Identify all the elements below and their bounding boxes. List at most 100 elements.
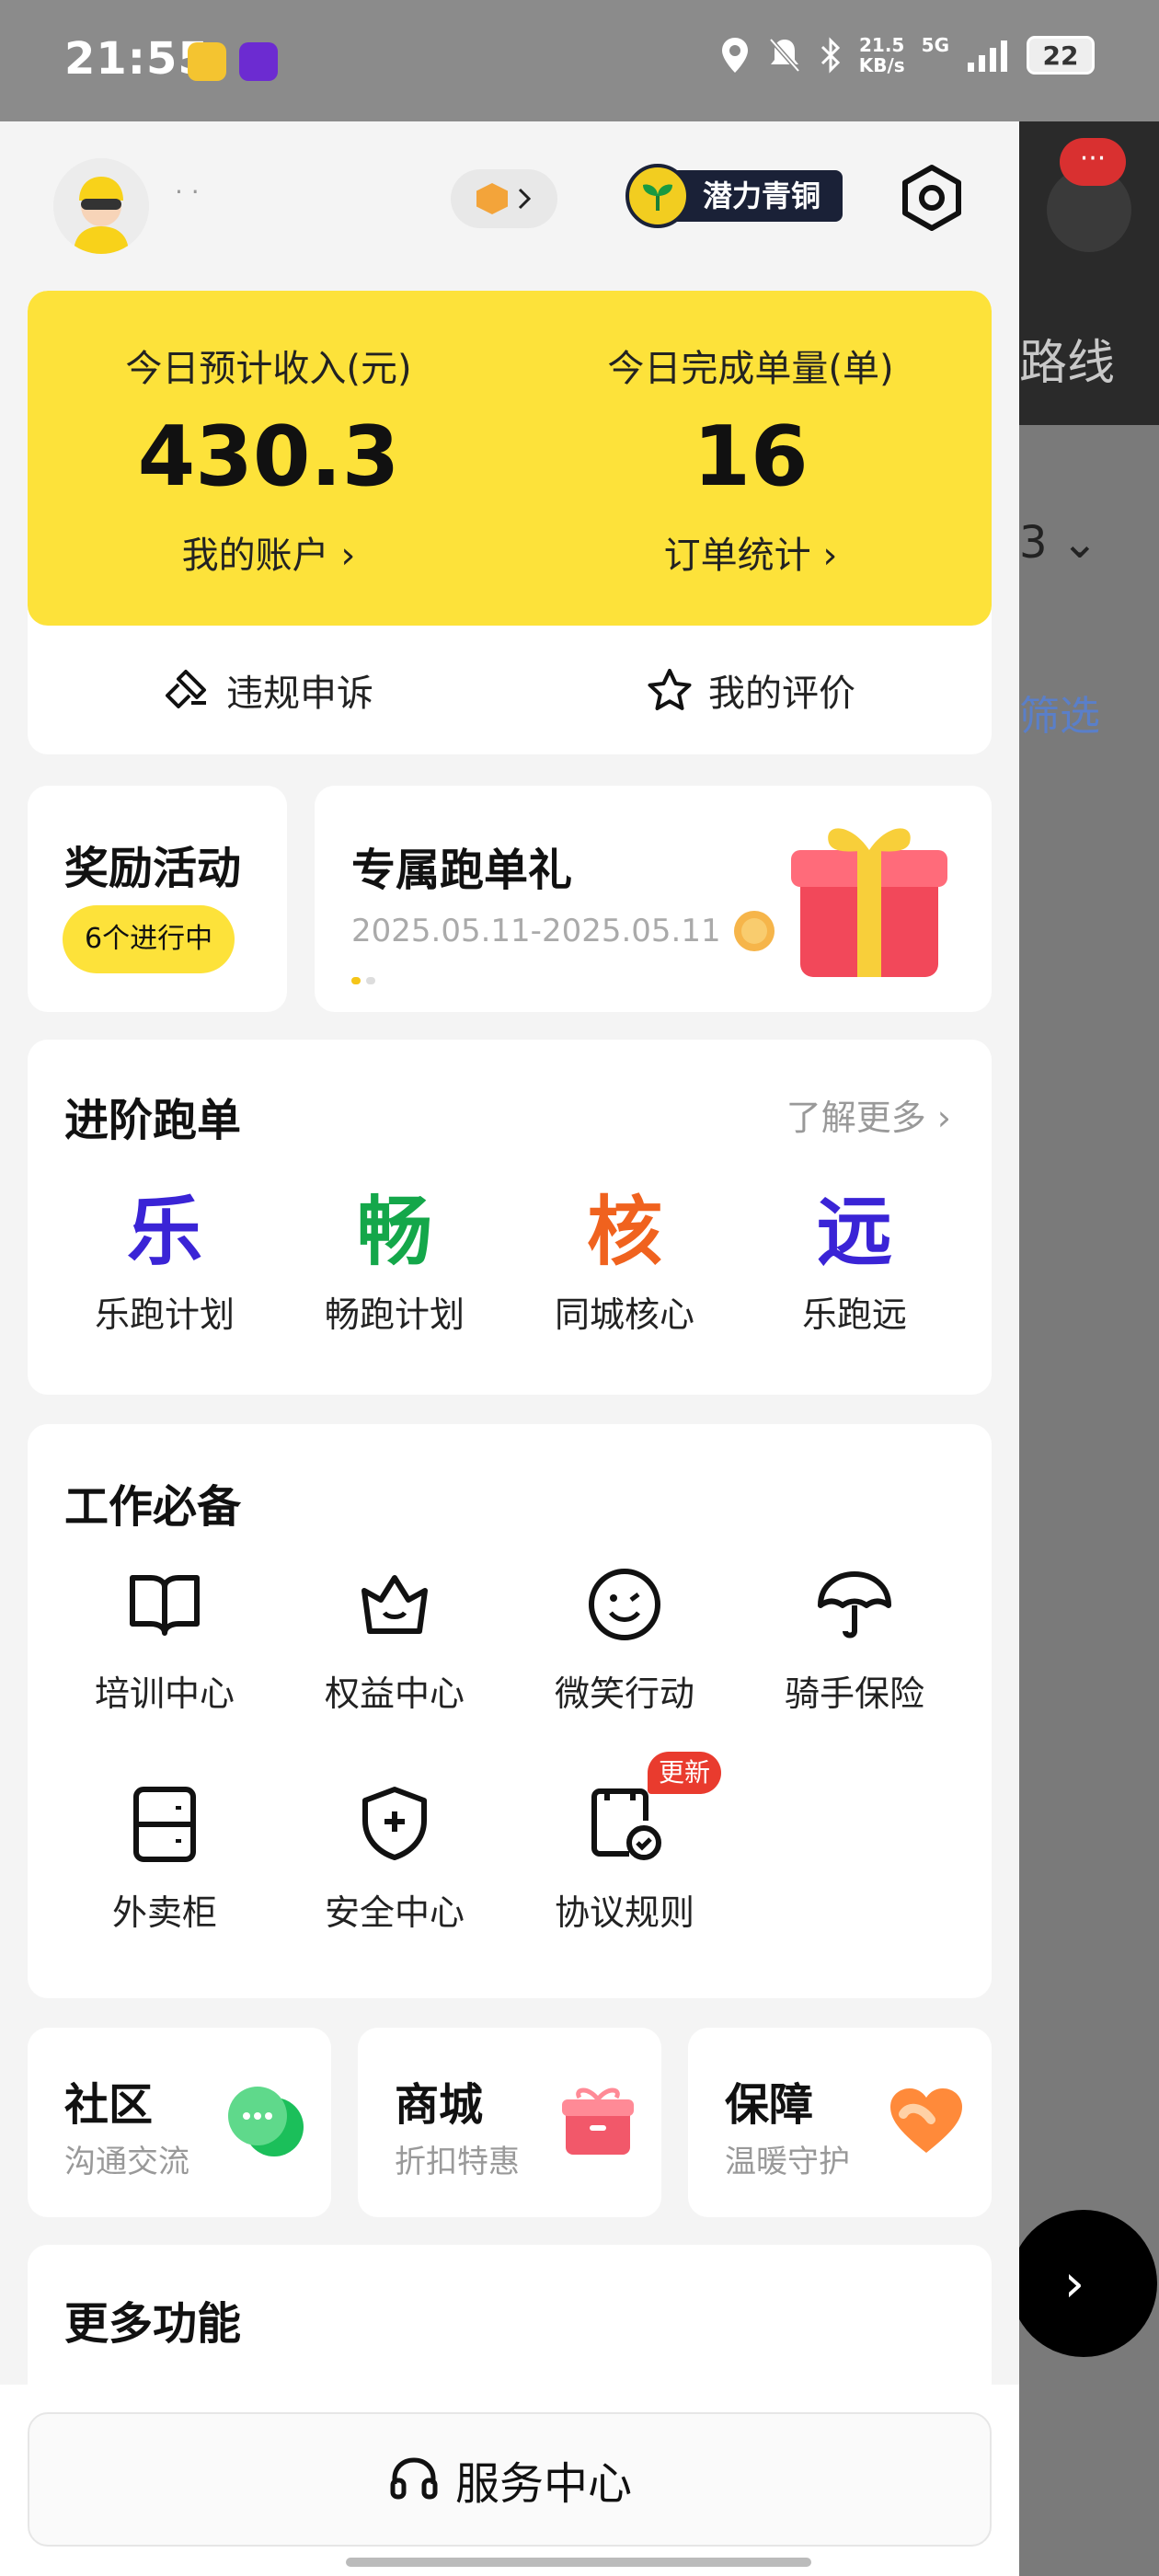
benefits-label: 权益中心	[324, 1673, 465, 1714]
game-notification-icon	[239, 42, 278, 81]
level-badge[interactable]: 潜力青铜	[625, 164, 843, 228]
book-icon	[130, 1575, 200, 1636]
chevron-right-icon	[518, 188, 532, 210]
gift-dates: 2025.05.11-2025.05.11	[351, 913, 721, 949]
work-essentials-card: 工作必备 培训中心 权益中心 微笑行动 骑手保险 外卖柜 安全中心 更新 协议规…	[28, 1424, 992, 1998]
medal-button[interactable]	[451, 169, 557, 228]
food-locker[interactable]: 外卖柜	[50, 1777, 280, 1935]
gift-box-icon	[562, 2087, 634, 2155]
background-dropdown[interactable]: 3 ⌄	[1019, 517, 1098, 569]
community-title: 社区	[64, 2079, 154, 2131]
plan-glyph: 核	[586, 1189, 662, 1276]
advanced-orders-card: 进阶跑单 了解更多 › 乐 乐跑计划 畅 畅跑计划 核 同城核心 远 乐跑远	[28, 1040, 992, 1395]
gavel-icon	[166, 670, 206, 708]
medal-hex-icon	[476, 183, 508, 214]
reward-title: 奖励活动	[64, 843, 242, 894]
home-indicator[interactable]	[346, 2558, 811, 2567]
plan-tongcheng-core[interactable]: 核 同城核心	[510, 1170, 740, 1337]
income-title: 今日预计收入(元)	[125, 348, 412, 390]
my-account-link[interactable]: 我的账户 ›	[28, 525, 510, 579]
agreement-rules[interactable]: 更新 协议规则	[510, 1752, 740, 1935]
background-page: ··· 路线 3 ⌄ 筛选 ›	[1019, 121, 1159, 2576]
orders-column[interactable]: 今日完成单量(单) 16 订单统计 ›	[510, 339, 992, 579]
plan-label: 同城核心	[554, 1294, 694, 1335]
community-subtitle: 沟通交流	[64, 2144, 189, 2180]
appeal-label: 违规申诉	[226, 673, 373, 715]
gift-title: 专属跑单礼	[351, 845, 573, 896]
service-center-button[interactable]: 服务中心	[28, 2412, 992, 2547]
mall-title: 商城	[395, 2079, 484, 2131]
smile-icon	[589, 1569, 660, 1640]
training-label: 培训中心	[94, 1673, 235, 1714]
orders-value: 16	[693, 408, 809, 505]
plan-lepao-yuan[interactable]: 远 乐跑远	[740, 1170, 970, 1337]
network-type: 5G	[921, 34, 949, 56]
exclusive-gift-card[interactable]: 专属跑单礼 2025.05.11-2025.05.11	[315, 786, 992, 1012]
safety-label: 安全中心	[324, 1892, 465, 1933]
locker-label: 外卖柜	[111, 1892, 217, 1933]
insurance-label: 骑手保险	[784, 1673, 924, 1714]
app-notification-icon	[188, 42, 226, 81]
side-drawer: · · 潜力青铜 今日预计收入(元) 430.3 我的账户 › 今日完成单量(单…	[0, 121, 1019, 2576]
training-center[interactable]: 培训中心	[50, 1558, 280, 1716]
review-label: 我的评价	[708, 673, 855, 715]
route-tab[interactable]: 路线	[1019, 324, 1115, 393]
protection-title: 保障	[725, 2079, 814, 2131]
plan-label: 乐跑计划	[94, 1294, 235, 1335]
star-icon	[648, 669, 692, 710]
appeal-button[interactable]: 违规申诉	[28, 626, 510, 754]
username: · ·	[175, 177, 200, 207]
sprout-icon	[625, 164, 690, 228]
smile-label: 微笑行动	[554, 1673, 694, 1714]
benefits-center[interactable]: 权益中心	[280, 1558, 510, 1716]
bluetooth-icon	[820, 37, 840, 74]
income-value: 430.3	[137, 408, 400, 505]
service-center-label: 服务中心	[454, 2458, 632, 2510]
orders-title: 今日完成单量(单)	[607, 348, 894, 390]
battery-indicator: 22	[1027, 36, 1095, 75]
headset-icon	[390, 2457, 438, 2500]
plan-glyph: 远	[816, 1189, 892, 1276]
earnings-card: 今日预计收入(元) 430.3 我的账户 › 今日完成单量(单) 16 订单统计…	[28, 291, 992, 754]
safety-center[interactable]: 安全中心	[280, 1777, 510, 1935]
more-functions-title: 更多功能	[64, 2298, 242, 2350]
agreement-label: 协议规则	[554, 1892, 694, 1933]
status-bar: 21:55 21.5 KB/s 5G 22	[0, 0, 1159, 121]
avatar[interactable]	[53, 158, 149, 254]
advanced-title: 进阶跑单	[64, 1095, 242, 1146]
settings-icon[interactable]	[898, 164, 966, 232]
message-badge: ···	[1060, 138, 1126, 186]
plan-label: 乐跑远	[801, 1294, 907, 1335]
smile-action[interactable]: 微笑行动	[510, 1558, 740, 1716]
protection-tile[interactable]: 保障 温暖守护	[688, 2028, 992, 2217]
mute-bell-icon	[768, 38, 800, 73]
mall-subtitle: 折扣特惠	[395, 2144, 520, 2180]
learn-more-link[interactable]: 了解更多 ›	[786, 1089, 951, 1140]
income-column[interactable]: 今日预计收入(元) 430.3 我的账户 ›	[28, 339, 510, 579]
chat-bubble-icon	[228, 2087, 304, 2156]
heart-icon	[890, 2088, 962, 2153]
my-review-button[interactable]: 我的评价	[510, 626, 992, 754]
plan-glyph: 畅	[356, 1189, 432, 1276]
drawer-header: · · 潜力青铜	[0, 121, 1019, 287]
plan-lepao[interactable]: 乐 乐跑计划	[50, 1170, 280, 1337]
signal-icon	[968, 40, 1007, 72]
earnings-summary: 今日预计收入(元) 430.3 我的账户 › 今日完成单量(单) 16 订单统计…	[28, 291, 992, 626]
community-tile[interactable]: 社区 沟通交流	[28, 2028, 331, 2217]
umbrella-icon	[818, 1571, 891, 1639]
filter-button[interactable]: 筛选	[1019, 683, 1100, 742]
update-badge: 更新	[648, 1752, 722, 1794]
plan-changpao[interactable]: 畅 畅跑计划	[280, 1170, 510, 1337]
rider-insurance[interactable]: 骑手保险	[740, 1558, 970, 1716]
mall-tile[interactable]: 商城 折扣特惠	[358, 2028, 661, 2217]
reward-activity-card[interactable]: 奖励活动 6个进行中	[28, 786, 287, 1012]
bottom-bar: 服务中心	[0, 2385, 1019, 2576]
work-title: 工作必备	[64, 1481, 242, 1533]
network-speed: 21.5 KB/s	[858, 34, 905, 76]
shield-icon	[362, 1787, 427, 1860]
cabinet-icon	[133, 1787, 196, 1862]
expand-arrow-button[interactable]: ›	[1019, 2210, 1157, 2357]
order-stats-link[interactable]: 订单统计 ›	[510, 525, 992, 579]
protection-subtitle: 温暖守护	[725, 2144, 850, 2180]
plan-glyph: 乐	[126, 1189, 202, 1276]
